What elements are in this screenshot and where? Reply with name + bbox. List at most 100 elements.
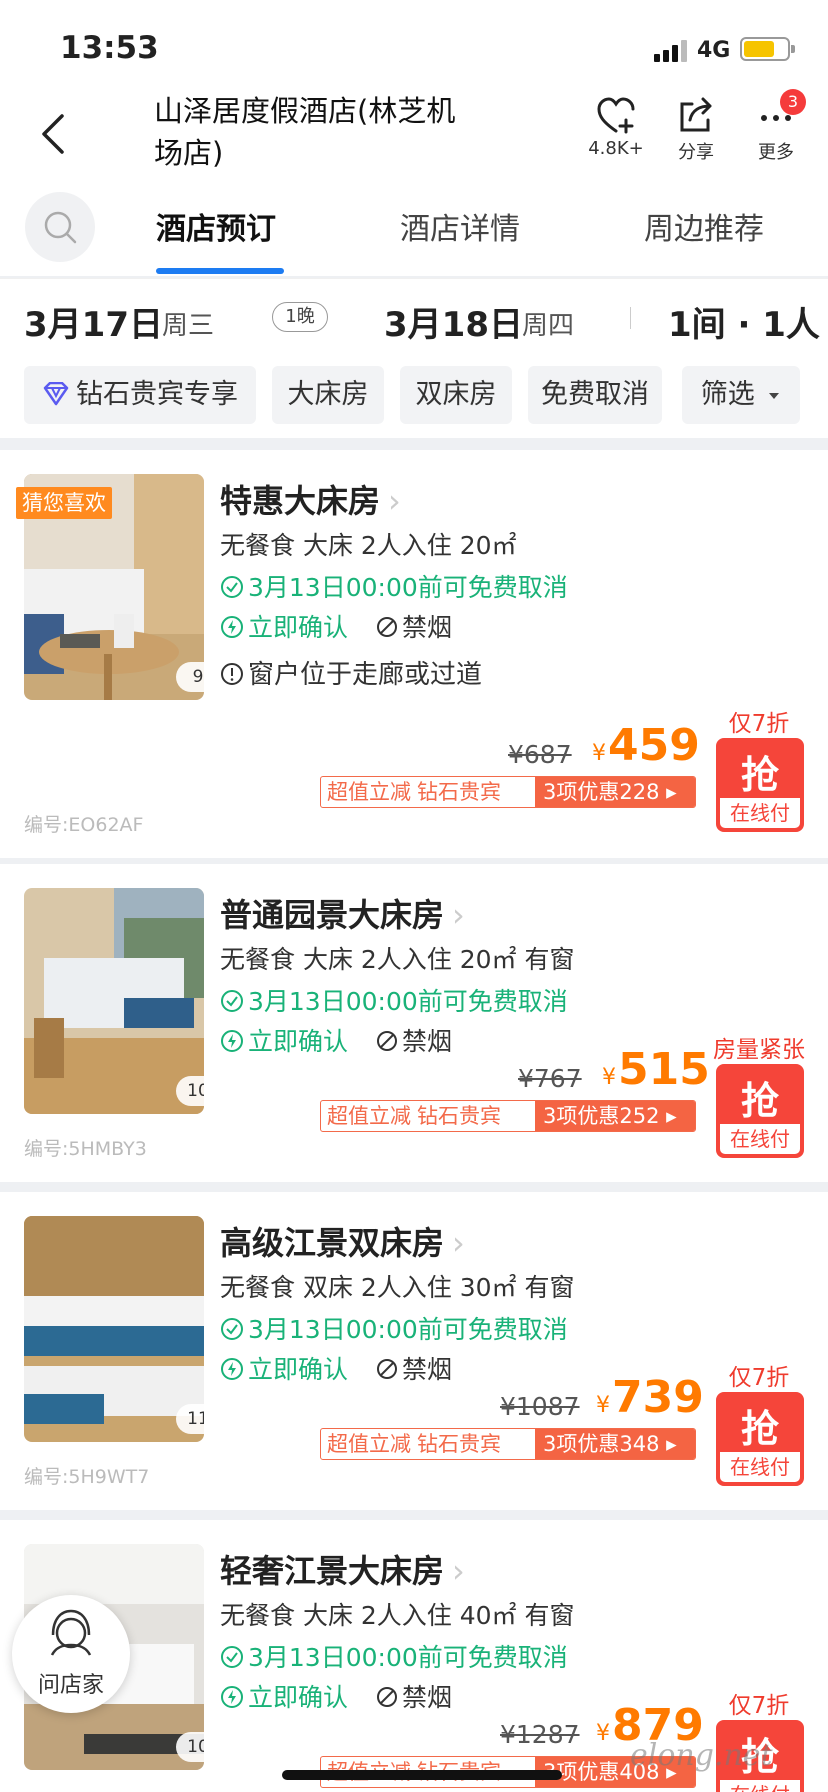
room-desc: 无餐食 双床 2人入住 30㎡ 有窗 [220,1273,575,1302]
tab-details[interactable]: 酒店详情 [400,204,520,248]
room-photo-image [24,1216,204,1442]
chevron-right-icon: › [452,1224,465,1262]
instant-confirm: 立即确认 禁烟 [220,1022,452,1058]
notification-badge: 3 [780,89,806,115]
check-circle-icon [221,576,243,598]
more-label: 更多 [758,142,794,163]
status-time: 13:53 [60,30,159,66]
checkout-date[interactable]: 3月18日 [384,297,523,346]
room-photo-image [24,888,204,1114]
room-name[interactable]: 特惠大床房 › [220,476,401,522]
discount-label: 仅7折 [728,1365,790,1391]
info-circle-icon [221,662,243,685]
original-price: ¥767 [518,1064,582,1093]
headset-icon [50,1609,92,1656]
check-circle-icon [221,1646,243,1668]
ask-host-label: 问店家 [37,1673,104,1698]
filter-more-button[interactable]: 筛选 [682,366,800,424]
room-desc: 无餐食 大床 2人入住 20㎡ 有窗 [220,945,575,974]
book-button[interactable]: 抢在线付 [716,738,804,832]
chevron-right-icon: › [452,1552,465,1590]
divider [630,307,631,329]
tab-nearby[interactable]: 周边推荐 [644,204,764,248]
room-note: 窗户位于走廊或过道 [220,654,482,691]
status-bar: 13:53 4G [0,0,828,88]
promo-bar[interactable]: 超值立减 钻石贵宾 3项优惠228 ▸ [320,776,696,808]
active-tab-indicator [156,268,284,274]
current-price: ¥739 [596,1372,704,1423]
room-code: 编号:5HMBY3 [24,1138,147,1160]
hotel-header: 山泽居度假酒店(林芝机场店) 4.8K+ 分享 更多 3 [0,88,828,190]
favorite-button[interactable]: 4.8K+ [576,96,656,159]
instant-confirm: 立即确认 禁烟 [220,1350,452,1386]
recommend-tag: 猜您喜欢 [16,487,112,519]
share-icon [680,97,712,132]
no-smoking-icon [376,1687,397,1707]
original-price: ¥687 [508,740,572,769]
chevron-right-icon: › [388,482,401,520]
instant-confirm: 立即确认 禁烟 [220,608,452,644]
instant-confirm: 立即确认 禁烟 [220,1678,452,1714]
chevron-right-icon: › [452,896,465,934]
filter-diamond-label: 钻石贵宾专享 [76,379,238,410]
filter-twin-bed[interactable]: 双床房 [400,366,512,424]
room-card[interactable]: 10 编号:5HMBY3 普通园景大床房 › 无餐食 大床 2人入住 20㎡ 有窗… [0,864,828,1182]
nights-badge: 1晚 [272,302,328,332]
rooms-guests-selector[interactable]: 1间 · 1人 [668,297,820,346]
signal-icon [654,40,688,62]
room-card[interactable]: 11 编号:5H9WT7 高级江景双床房 › 无餐食 双床 2人入住 30㎡ 有窗… [0,1192,828,1510]
checkin-date[interactable]: 3月17日 [24,297,163,346]
free-cancel-info: 3月13日00:00前可免费取消 [220,568,568,604]
filter-free-cancel[interactable]: 免费取消 [528,366,662,424]
filter-king-bed[interactable]: 大床房 [272,366,384,424]
room-desc: 无餐食 大床 2人入住 20㎡ [220,531,517,560]
room-code: 编号:EO62AF [24,814,144,836]
ask-host-button[interactable]: 问店家 [12,1595,130,1713]
filter-more-label: 筛选 [700,379,755,410]
check-circle-icon [221,990,243,1012]
room-photo[interactable]: 10 [24,888,204,1114]
back-button[interactable] [30,108,80,158]
current-price: ¥515 [602,1044,710,1095]
hotel-title: 山泽居度假酒店(林芝机场店) [154,94,456,170]
photo-count: 10 [176,1076,204,1106]
room-card[interactable]: 9 编号:EO62AF 特惠大床房 › 无餐食 大床 2人入住 20㎡ 3月13日… [0,450,828,858]
date-selector: 3月17日 周三 1晚 3月18日 周四 1间 · 1人 [0,278,828,358]
no-smoking-icon [376,1031,397,1051]
room-code: 编号:5H9WT7 [24,1466,150,1488]
tab-booking[interactable]: 酒店预订 [156,204,276,248]
lightning-circle-icon [221,616,243,638]
heart-plus-icon [597,97,635,134]
room-photo[interactable]: 11 [24,1216,204,1442]
no-smoking-icon [376,617,397,637]
discount-label: 仅7折 [728,711,790,737]
book-button[interactable]: 抢在线付 [716,1392,804,1486]
room-name[interactable]: 普通园景大床房 › [220,890,465,936]
lightning-circle-icon [221,1030,243,1052]
original-price: ¥1087 [500,1392,580,1421]
home-indicator[interactable] [282,1770,562,1780]
promo-bar[interactable]: 超值立减 钻石贵宾 3项优惠348 ▸ [320,1428,696,1460]
room-desc: 无餐食 大床 2人入住 40㎡ 有窗 [220,1601,575,1630]
room-name[interactable]: 轻奢江景大床房 › [220,1546,465,1592]
room-name[interactable]: 高级江景双床房 › [220,1218,465,1264]
checkin-weekday: 周三 [162,311,215,341]
current-price: ¥459 [592,720,700,771]
share-button[interactable]: 分享 [656,96,736,164]
free-cancel-info: 3月13日00:00前可免费取消 [220,1310,568,1346]
photo-count: 10 [176,1732,204,1762]
lightning-circle-icon [221,1358,243,1380]
caret-down-icon [769,392,780,399]
watermark: elong.net [630,1738,773,1773]
search-icon [44,211,77,244]
free-cancel-info: 3月13日00:00前可免费取消 [220,1638,568,1674]
discount-label: 房量紧张 [713,1037,805,1063]
search-button[interactable] [25,192,95,262]
promo-bar[interactable]: 超值立减 钻石贵宾 3项优惠252 ▸ [320,1100,696,1132]
favorite-count: 4.8K+ [588,138,644,159]
diamond-icon [43,381,69,405]
filter-diamond-vip[interactable]: 钻石贵宾专享 [24,366,256,424]
book-button[interactable]: 抢在线付 [716,1064,804,1158]
network-type: 4G [697,38,731,63]
checkout-weekday: 周四 [522,311,575,341]
